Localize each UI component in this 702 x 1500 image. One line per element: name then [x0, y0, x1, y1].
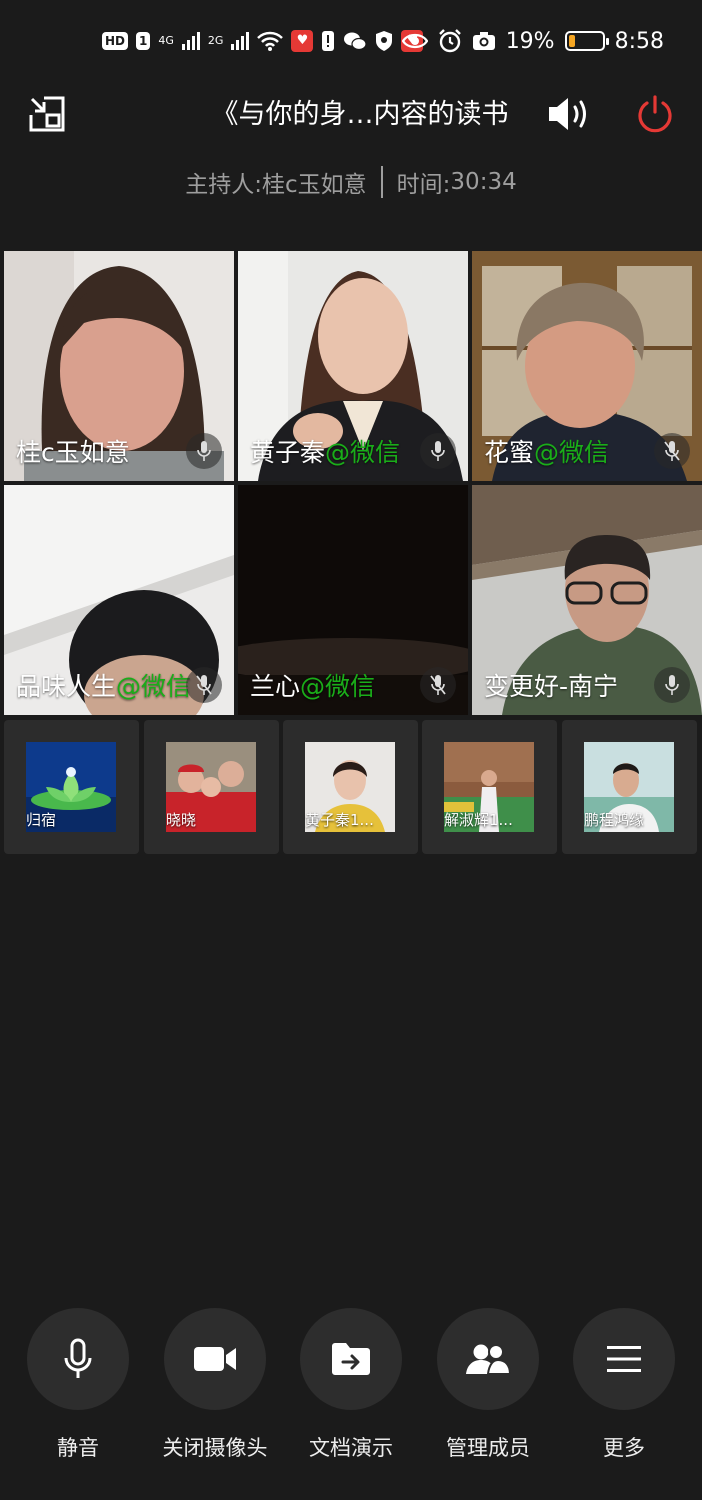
participant-thumbnail[interactable]: 晓晓	[144, 720, 279, 854]
microphone-muted-icon	[430, 675, 446, 695]
camera-button-circle[interactable]	[164, 1308, 266, 1410]
more-button-circle[interactable]	[573, 1308, 675, 1410]
mute-button-circle[interactable]	[27, 1308, 129, 1410]
microphone-icon	[431, 441, 445, 461]
mute-button[interactable]: 静音	[27, 1308, 129, 1460]
host-name: 桂c玉如意	[262, 172, 367, 198]
eye-icon	[401, 33, 428, 49]
participant-thumbnail[interactable]: 黄子秦1...	[283, 720, 418, 854]
mic-status	[654, 667, 690, 703]
video-tile[interactable]: 兰心@微信	[238, 485, 468, 715]
participant-name: 兰心@微信	[250, 671, 375, 703]
participant-name-text: 黄子秦	[250, 438, 326, 467]
participant-thumbnail[interactable]: 鹏程鸿缘	[562, 720, 697, 854]
more-button[interactable]: 更多	[573, 1308, 675, 1460]
participant-name: 变更好-南宁	[484, 671, 618, 703]
document-share-button[interactable]: 文档演示	[300, 1308, 402, 1460]
manage-members-button[interactable]: 管理成员	[437, 1308, 539, 1460]
host-info: 主持人: 桂c玉如意 时间: 30:34	[0, 162, 702, 202]
microphone-icon	[197, 441, 211, 461]
status-right-icons: 19% 8:58	[401, 26, 664, 56]
participant-thumbnail[interactable]: 归宿	[4, 720, 139, 854]
video-tile[interactable]: 变更好-南宁	[472, 485, 702, 715]
video-tile[interactable]: 黄子秦@微信	[238, 251, 468, 481]
status-bar: HD 1 4G 2G ♥ ♥ 19% 8:58	[0, 0, 702, 82]
participant-thumbnail[interactable]: 解淑辉1...	[422, 720, 557, 854]
menu-icon	[607, 1346, 641, 1372]
mic-muted-status	[654, 433, 690, 469]
microphone-icon	[64, 1338, 92, 1378]
members-button-circle[interactable]	[437, 1308, 539, 1410]
more-label: 更多	[603, 1436, 645, 1460]
mic-status	[186, 433, 222, 469]
minimize-icon	[29, 96, 65, 132]
mic-status	[420, 433, 456, 469]
status-left-icons: HD 1 4G 2G ♥ ♥	[102, 26, 424, 56]
thumbnail-name: 归宿	[26, 811, 57, 829]
leave-meeting-button[interactable]	[636, 95, 674, 133]
speaker-button[interactable]	[546, 94, 592, 134]
thumbnail-name: 黄子秦1...	[305, 811, 374, 829]
video-tile[interactable]: 品味人生@微信	[4, 485, 234, 715]
signal-icon	[181, 32, 200, 50]
app-notification-icon: ♥	[291, 30, 314, 52]
thumbnail-name: 解淑辉1...	[444, 811, 513, 829]
camera-toggle-button[interactable]: 关闭摄像头	[163, 1308, 268, 1460]
video-tile[interactable]: 桂c玉如意	[4, 251, 234, 481]
sim-badge: 1	[136, 32, 151, 50]
speaker-icon	[549, 98, 586, 130]
meeting-title[interactable]: 《与你的身…内容的读书	[150, 95, 570, 135]
alert-icon	[322, 31, 335, 51]
host-label: 主持人:	[185, 172, 263, 198]
participant-thumbnails: 归宿 晓晓 黄子秦1... 解淑辉1... 鹏程鸿缘	[4, 720, 698, 854]
participant-name-text: 变更好-南宁	[484, 672, 619, 701]
share-folder-icon	[332, 1343, 370, 1375]
wechat-suffix: @微信	[116, 672, 192, 701]
video-camera-icon	[194, 1347, 236, 1371]
microphone-muted-icon	[196, 675, 212, 695]
video-tile[interactable]: 花蜜@微信	[472, 251, 702, 481]
alarm-icon	[438, 29, 461, 53]
wechat-suffix: @微信	[300, 672, 376, 701]
participant-name-text: 桂c玉如意	[16, 438, 130, 467]
time-label: 时间:	[396, 172, 451, 198]
network-type-2: 2G	[207, 34, 224, 47]
participant-name: 花蜜@微信	[484, 437, 609, 469]
thumbnail-name: 鹏程鸿缘	[584, 811, 645, 829]
battery-icon	[564, 31, 609, 51]
participant-name: 桂c玉如意	[16, 437, 130, 469]
network-type-1: 4G	[158, 34, 174, 47]
hd-badge: HD	[102, 32, 129, 50]
camera-status-icon	[472, 32, 495, 50]
minimize-window-button[interactable]	[28, 95, 66, 133]
clock: 8:58	[614, 28, 664, 54]
participant-name-text: 兰心	[250, 672, 301, 701]
mic-muted-status	[420, 667, 456, 703]
wechat-icon	[344, 32, 368, 51]
document-button-circle[interactable]	[300, 1308, 402, 1410]
participant-name-text: 花蜜	[484, 438, 535, 467]
wechat-suffix: @微信	[325, 438, 401, 467]
participant-name: 黄子秦@微信	[250, 437, 400, 469]
signal-icon-2	[231, 32, 250, 50]
microphone-muted-icon	[664, 441, 680, 461]
microphone-icon	[665, 675, 679, 695]
wechat-suffix: @微信	[534, 438, 610, 467]
members-icon	[466, 1344, 511, 1375]
power-icon	[638, 95, 672, 133]
battery-percent: 19%	[505, 28, 555, 54]
battery-fill	[568, 35, 576, 47]
mic-muted-status	[186, 667, 222, 703]
participant-name-text: 品味人生	[16, 672, 117, 701]
participant-name: 品味人生@微信	[16, 671, 191, 703]
divider	[380, 166, 383, 198]
wifi-icon	[257, 31, 284, 51]
thumbnail-name: 晓晓	[166, 811, 197, 829]
meeting-duration: 30:34	[450, 169, 517, 195]
shield-icon	[376, 31, 393, 51]
